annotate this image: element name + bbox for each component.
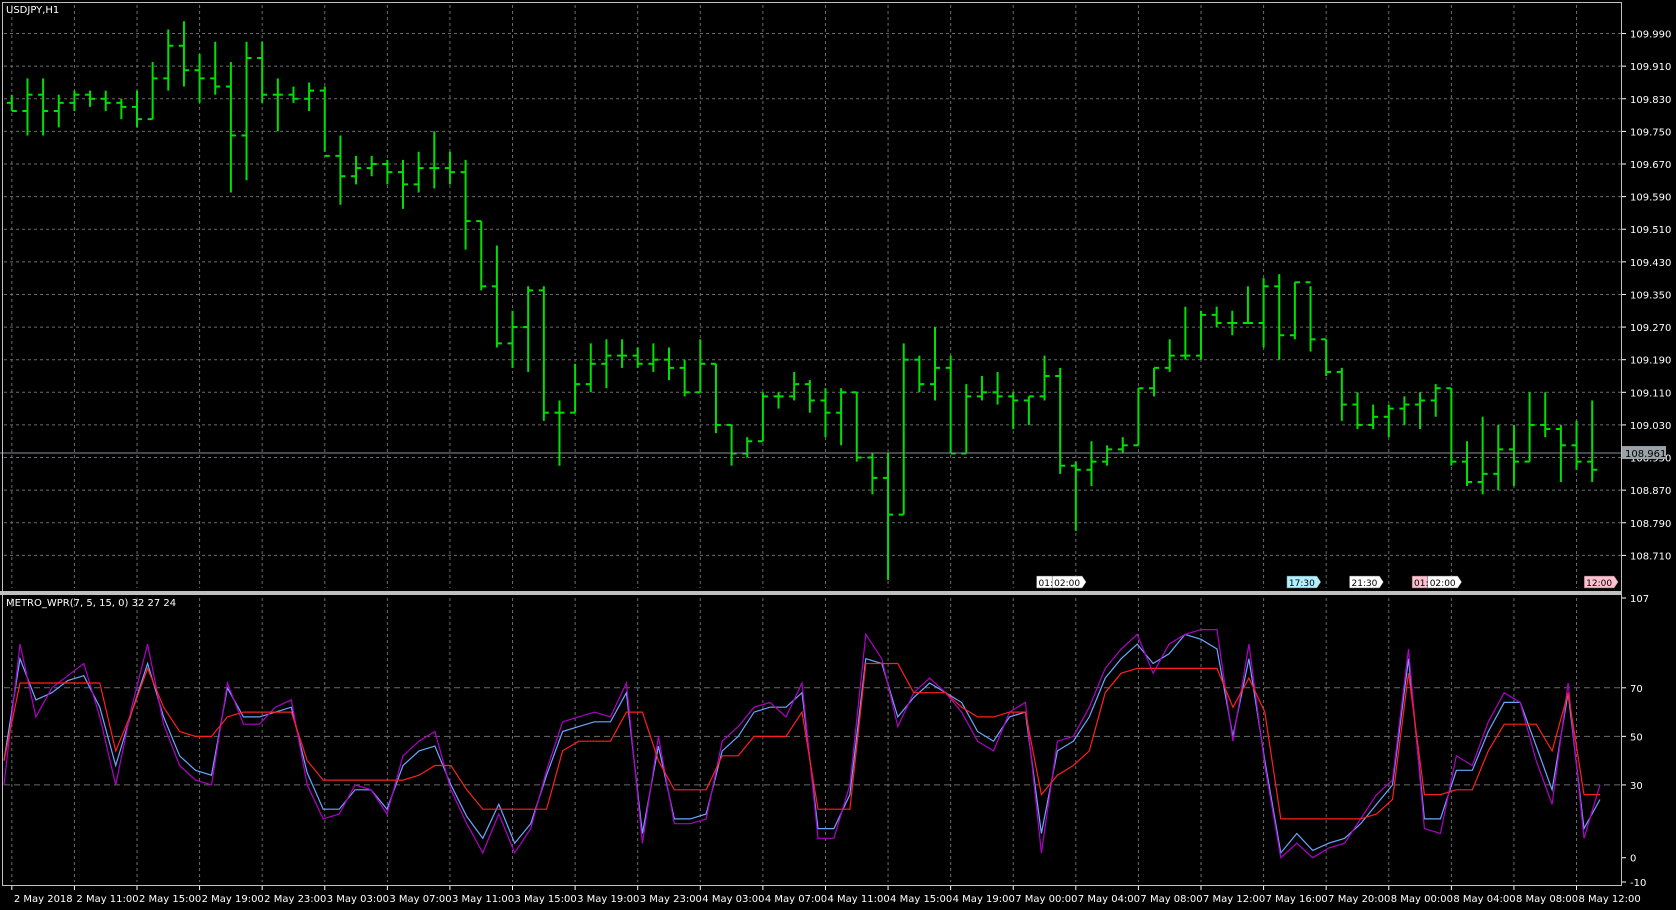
- time-tick-label: 7 May 16:00: [1266, 894, 1328, 905]
- price-tick-label: 108.870: [1630, 486, 1671, 497]
- price-tick-label: 109.990: [1630, 30, 1671, 41]
- time-tick-label: 4 May 11:00: [827, 894, 889, 905]
- time-tick-label: 7 May 08:00: [1140, 894, 1202, 905]
- time-tick-label: 4 May 07:00: [765, 894, 827, 905]
- time-tick-label: 8 May 00:00: [1391, 894, 1453, 905]
- time-tick-label: 3 May 03:00: [327, 894, 389, 905]
- event-marker[interactable]: 17:30: [1286, 575, 1322, 589]
- event-marker-label: 02:00: [1054, 579, 1080, 589]
- price-tick-label: 109.670: [1630, 160, 1671, 171]
- time-tick-label: 4 May 15:00: [890, 894, 952, 905]
- time-tick-label: 7 May 12:00: [1203, 894, 1265, 905]
- indicator-tick-label: -10: [1630, 878, 1646, 889]
- price-tick-label: 109.030: [1630, 421, 1671, 432]
- event-marker-label: 01:: [1039, 579, 1053, 589]
- time-tick-label: 4 May 03:00: [702, 894, 764, 905]
- chart-symbol-title: USDJPY,H1: [6, 5, 59, 16]
- event-marker[interactable]: 02:00: [1427, 575, 1463, 589]
- event-marker-label: 02:00: [1430, 579, 1456, 589]
- indicator-tick-label: 107: [1630, 594, 1649, 605]
- price-tick-label: 109.910: [1630, 62, 1671, 73]
- current-price-label: 108.961: [1625, 449, 1666, 460]
- price-tick-label: 109.350: [1630, 290, 1671, 301]
- price-tick-label: 109.510: [1630, 225, 1671, 236]
- event-marker-label: 21:30: [1351, 579, 1377, 589]
- time-tick-label: 8 May 08:00: [1516, 894, 1578, 905]
- event-marker[interactable]: 21:30: [1349, 575, 1384, 589]
- time-tick-label: 2 May 23:00: [264, 894, 326, 905]
- chart-background: [0, 0, 1676, 910]
- price-tick-label: 109.590: [1630, 193, 1671, 204]
- time-tick-label: 2 May 2018: [14, 894, 73, 905]
- price-tick-label: 109.270: [1630, 323, 1671, 334]
- price-tick-label: 109.110: [1630, 388, 1671, 399]
- time-tick-label: 2 May 11:00: [76, 894, 138, 905]
- indicator-tick-label: 0: [1630, 854, 1636, 865]
- time-tick-label: 7 May 20:00: [1328, 894, 1390, 905]
- event-marker[interactable]: 12:00: [1583, 575, 1619, 589]
- price-tick-label: 109.750: [1630, 127, 1671, 138]
- indicator-tick-label: 70: [1630, 684, 1643, 695]
- price-tick-label: 108.710: [1630, 551, 1671, 562]
- event-marker-label: 17:30: [1289, 579, 1315, 589]
- event-marker-label: 01:: [1414, 579, 1428, 589]
- time-tick-label: 2 May 19:00: [202, 894, 264, 905]
- indicator-tick-label: 30: [1630, 781, 1643, 792]
- time-tick-label: 4 May 19:00: [953, 894, 1015, 905]
- indicator-title: METRO_WPR(7, 5, 15, 0) 32 27 24: [6, 598, 176, 609]
- time-tick-label: 8 May 04:00: [1453, 894, 1515, 905]
- time-tick-label: 3 May 19:00: [577, 894, 639, 905]
- price-tick-label: 108.790: [1630, 519, 1671, 530]
- time-tick-label: 3 May 15:00: [515, 894, 577, 905]
- time-tick-label: 7 May 00:00: [1015, 894, 1077, 905]
- event-marker-label: 12:00: [1586, 579, 1612, 589]
- price-tick-label: 109.830: [1630, 95, 1671, 106]
- price-tick-label: 109.430: [1630, 258, 1671, 269]
- indicator-tick-label: 50: [1630, 732, 1643, 743]
- time-tick-label: 7 May 04:00: [1078, 894, 1140, 905]
- time-tick-label: 3 May 07:00: [389, 894, 451, 905]
- trading-chart[interactable]: 109.990 109.910 109.830 109.750 109.670 109.5…: [0, 0, 1676, 910]
- price-tick-label: 109.190: [1630, 356, 1671, 367]
- time-tick-label: 3 May 23:00: [640, 894, 702, 905]
- time-tick-label: 2 May 15:00: [139, 894, 201, 905]
- time-tick-label: 3 May 11:00: [452, 894, 514, 905]
- time-tick-label: 8 May 12:00: [1579, 894, 1641, 905]
- event-marker[interactable]: 02:00: [1051, 575, 1087, 589]
- pane-separator[interactable]: [0, 591, 1622, 595]
